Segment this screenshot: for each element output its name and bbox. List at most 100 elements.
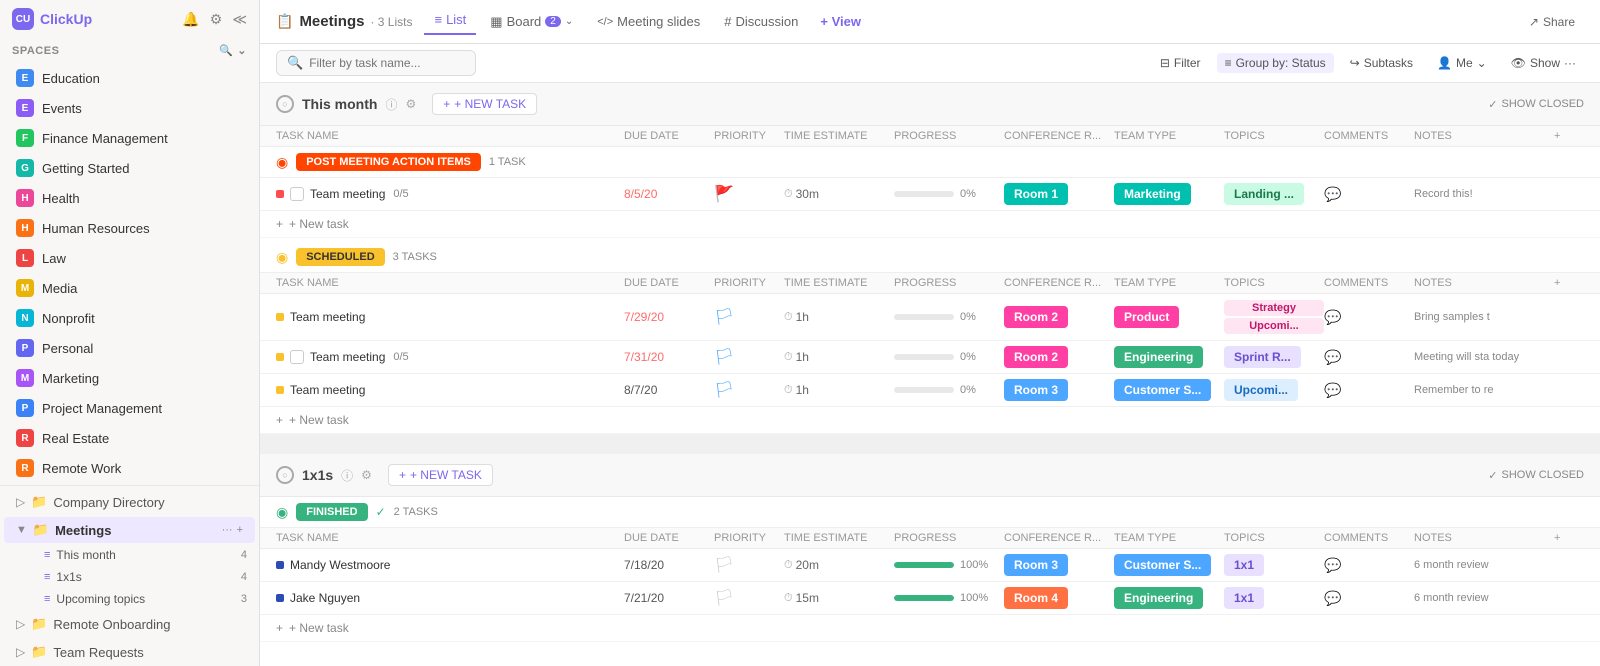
comment-s3[interactable]: 💬	[1324, 382, 1414, 399]
comment-s1[interactable]: 💬	[1324, 309, 1414, 326]
task-dot-s3	[276, 386, 284, 394]
search-input[interactable]	[309, 56, 449, 70]
team-s3: Customer S...	[1114, 383, 1224, 397]
new-task-button-1x1s[interactable]: + + NEW TASK	[388, 464, 493, 486]
notes-s3: Remember to re	[1414, 384, 1554, 396]
sidebar-item-getting-started[interactable]: G Getting Started	[4, 154, 255, 182]
task-name-s2[interactable]: Team meeting	[310, 350, 385, 364]
folder-icon-team-requests: 📁	[31, 644, 47, 660]
folder-remote-onboarding[interactable]: ▷ 📁 Remote Onboarding	[4, 611, 255, 637]
task-dot-s2	[276, 353, 284, 361]
section-settings-icon-1x1s[interactable]: ⚙	[361, 468, 372, 482]
task-name-s3[interactable]: Team meeting	[290, 383, 365, 397]
collapse-icon[interactable]: ≪	[232, 11, 247, 28]
topic-badge-jake: 1x1	[1224, 587, 1264, 609]
sidebar-item-nonprofit[interactable]: N Nonprofit	[4, 304, 255, 332]
groupby-button[interactable]: ≡ Group by: Status	[1217, 53, 1334, 73]
sidebar-item-hr[interactable]: H Human Resources	[4, 214, 255, 242]
col-add-s[interactable]: +	[1554, 277, 1584, 289]
show-closed-1x1s[interactable]: ✓ SHOW CLOSED	[1488, 469, 1584, 482]
sidebar-item-marketing[interactable]: M Marketing	[4, 364, 255, 392]
col-add-f[interactable]: +	[1554, 532, 1584, 544]
task-dot-mandy	[276, 561, 284, 569]
col-task-name-f: TASK NAME	[276, 532, 624, 544]
task-name-s1[interactable]: Team meeting	[290, 310, 365, 324]
task-checkbox-s2[interactable]	[290, 350, 304, 364]
folder-company-directory[interactable]: ▷ 📁 Company Directory	[4, 489, 255, 515]
col-progress-f: PROGRESS	[894, 532, 1004, 544]
col-topics: TOPICS	[1224, 130, 1324, 142]
sidebar-item-events[interactable]: E Events	[4, 94, 255, 122]
add-view-button[interactable]: + View	[812, 10, 869, 33]
comment-1[interactable]: 💬	[1324, 186, 1414, 203]
spaces-search-icon[interactable]: 🔍	[219, 44, 233, 57]
team-mandy: Customer S...	[1114, 558, 1224, 572]
logo[interactable]: CU ClickUp	[12, 8, 92, 30]
task-name-1[interactable]: Team meeting	[310, 187, 385, 201]
topic-badge-s3: Upcomi...	[1224, 379, 1298, 401]
new-task-plus-icon-1x1s: +	[399, 468, 406, 482]
show-button[interactable]: 👁 Show ···	[1503, 53, 1584, 73]
tab-discussion[interactable]: # Discussion	[714, 10, 808, 33]
more-icon-meetings[interactable]: ···	[222, 524, 233, 536]
folder-chevron-meetings: ▼	[16, 524, 27, 536]
new-task-button-this-month[interactable]: + + NEW TASK	[432, 93, 537, 115]
topbar: 📋 Meetings · 3 Lists ≡ List ▦ Board 2 ⌄ …	[260, 0, 1600, 44]
show-closed-this-month[interactable]: ✓ SHOW CLOSED	[1488, 98, 1584, 111]
sidebar-label-health: Health	[42, 191, 80, 206]
new-task-row-scheduled[interactable]: + + New task	[260, 407, 1600, 434]
task-checkbox-1[interactable]	[290, 187, 304, 201]
spaces-expand-icon[interactable]: ⌄	[237, 44, 247, 57]
tab-board[interactable]: ▦ Board 2 ⌄	[480, 10, 583, 34]
notification-icon[interactable]: 🔔	[182, 11, 199, 28]
topic-s1: Strategy Upcomi...	[1224, 300, 1324, 334]
folder-label-company-dir: Company Directory	[53, 495, 164, 510]
add-icon-meetings[interactable]: +	[237, 524, 243, 536]
sub-item-1x1s[interactable]: ≡ 1x1s 4	[0, 566, 259, 588]
sidebar-item-finance[interactable]: F Finance Management	[4, 124, 255, 152]
col-add[interactable]: +	[1554, 130, 1584, 142]
filter-search-box[interactable]: 🔍	[276, 50, 476, 76]
team-s2: Engineering	[1114, 350, 1224, 364]
topic-1: Landing ...	[1224, 187, 1324, 201]
sidebar-item-health[interactable]: H Health	[4, 184, 255, 212]
sidebar-item-media[interactable]: M Media	[4, 274, 255, 302]
comment-s2[interactable]: 💬	[1324, 349, 1414, 366]
new-task-row-post-meeting[interactable]: + + New task	[260, 211, 1600, 238]
sidebar-item-personal[interactable]: P Personal	[4, 334, 255, 362]
subtasks-button[interactable]: ↪ Subtasks	[1342, 53, 1421, 73]
section-settings-icon[interactable]: ⚙	[405, 97, 416, 111]
task-row-scheduled-1: Team meeting 7/29/20 🏳 ⏱ 1h 0% Room 2 Pr…	[260, 294, 1600, 341]
filter-actions: ⊟ Filter ≡ Group by: Status ↪ Subtasks 👤…	[1152, 53, 1584, 73]
folder-team-requests[interactable]: ▷ 📁 Team Requests	[4, 639, 255, 665]
time-val-1: 30m	[796, 187, 819, 201]
sidebar-item-project-mgmt[interactable]: P Project Management	[4, 394, 255, 422]
sidebar-item-law[interactable]: L Law	[4, 244, 255, 272]
sub-item-upcoming-topics[interactable]: ≡ Upcoming topics 3	[0, 588, 259, 610]
discussion-tab-label: Discussion	[736, 14, 799, 29]
settings-icon[interactable]: ⚙	[210, 11, 223, 28]
comment-jake[interactable]: 💬	[1324, 590, 1414, 607]
sub-item-this-month[interactable]: ≡ This month 4	[0, 544, 259, 566]
sidebar-item-real-estate[interactable]: R Real Estate	[4, 424, 255, 452]
sidebar-item-remote-work[interactable]: R Remote Work	[4, 454, 255, 482]
avatar-events: E	[16, 99, 34, 117]
tab-list[interactable]: ≡ List	[424, 8, 476, 35]
me-button[interactable]: 👤 Me ⌄	[1429, 53, 1495, 73]
filter-button[interactable]: ⊟ Filter	[1152, 53, 1209, 73]
task-name-mandy[interactable]: Mandy Westmoore	[290, 558, 390, 572]
sidebar-item-education[interactable]: E Education	[4, 64, 255, 92]
task-name-jake[interactable]: Jake Nguyen	[290, 591, 360, 605]
sidebar: CU ClickUp 🔔 ⚙ ≪ SPACES 🔍 ⌄ E Education …	[0, 0, 260, 666]
task-dot-s1	[276, 313, 284, 321]
section-info-icon: ⓘ	[385, 96, 397, 113]
new-task-row-finished[interactable]: + + New task	[260, 615, 1600, 642]
folder-meetings[interactable]: ▼ 📁 Meetings ··· +	[4, 517, 255, 543]
groupby-label: Group by: Status	[1236, 56, 1326, 70]
comment-mandy[interactable]: 💬	[1324, 557, 1414, 574]
tab-meeting-slides[interactable]: </> Meeting slides	[587, 10, 710, 33]
task-dot-jake	[276, 594, 284, 602]
conference-s2: Room 2	[1004, 350, 1114, 364]
progress-bar-s2	[894, 354, 954, 360]
share-button[interactable]: ↗ Share	[1520, 10, 1584, 34]
